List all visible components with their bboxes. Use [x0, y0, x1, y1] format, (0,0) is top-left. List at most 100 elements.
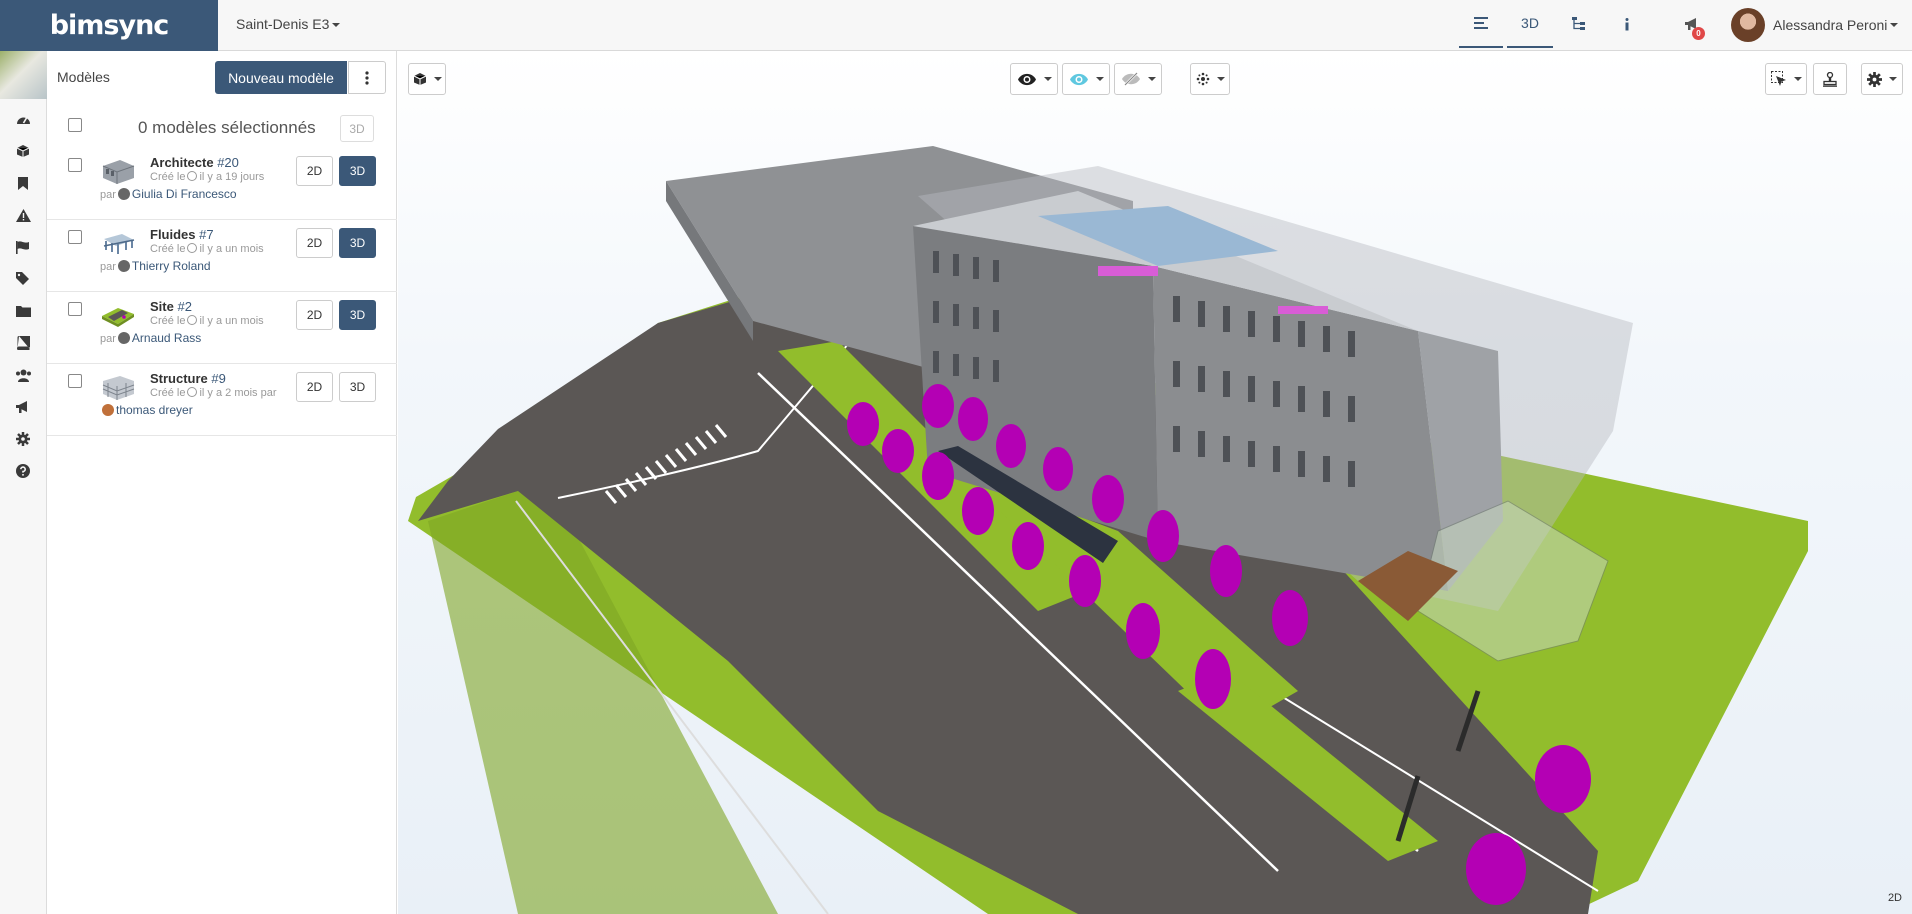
project-name: Saint-Denis E3: [236, 16, 330, 32]
clock-icon: [187, 315, 198, 325]
select-all-checkbox[interactable]: [68, 118, 82, 132]
model-name[interactable]: Site #2: [150, 299, 192, 314]
view-2d-button[interactable]: 2D: [296, 300, 333, 330]
model-created: Créé le il y a un mois: [150, 243, 264, 255]
cube-icon[interactable]: [12, 140, 34, 162]
logo[interactable]: bimsync: [0, 0, 218, 51]
warning-icon[interactable]: [12, 204, 34, 226]
project-switcher[interactable]: Saint-Denis E3: [236, 16, 341, 32]
tags-icon[interactable]: [12, 268, 34, 290]
clock-icon: [187, 387, 198, 397]
model-name[interactable]: Structure #9: [150, 371, 226, 386]
users-icon[interactable]: [12, 364, 34, 386]
eye-icon: [1017, 73, 1036, 85]
caret-down-icon: [332, 23, 341, 28]
model-checkbox[interactable]: [68, 374, 82, 388]
view-3d-button[interactable]: 3D: [339, 156, 376, 186]
help-icon[interactable]: [12, 460, 34, 482]
user-menu[interactable]: Alessandra Peroni: [1731, 8, 1899, 42]
author-avatar: [102, 404, 114, 416]
view-3d-button[interactable]: 3D: [339, 372, 376, 402]
eye-highlight-icon: [1069, 73, 1088, 85]
caret-down-icon: [1147, 77, 1156, 81]
selection-mode-button[interactable]: [1765, 63, 1807, 95]
tab-tree[interactable]: [1557, 0, 1601, 48]
model-author: par Arnaud Rass: [100, 331, 202, 345]
hide-button[interactable]: [1114, 63, 1162, 95]
selected-count: 0 modèles sélectionnés: [138, 118, 316, 137]
tab-info[interactable]: [1605, 0, 1649, 48]
model-row[interactable]: Fluides #7 Créé le il y a un mois par Thie…: [47, 220, 397, 292]
model-checkbox[interactable]: [68, 158, 82, 172]
view-2d-button[interactable]: 2D: [296, 228, 333, 258]
eye-slash-icon: [1121, 72, 1140, 86]
model-name[interactable]: Architecte #20: [150, 155, 239, 170]
highlight-button[interactable]: [1062, 63, 1110, 95]
view-3d-button[interactable]: 3D: [339, 300, 376, 330]
user-name: Alessandra Peroni: [1773, 17, 1888, 33]
model-created: Créé le il y a 2 mois par: [150, 387, 277, 399]
gear-icon[interactable]: [12, 428, 34, 450]
model-created: Créé le il y a 19 jours: [150, 171, 265, 183]
caret-down-icon: [1216, 77, 1225, 81]
notification-badge: 0: [1692, 27, 1705, 40]
tab-3d-label: 3D: [1521, 15, 1539, 31]
model-author: par Thierry Roland: [100, 259, 211, 273]
caret-down-icon: [1043, 77, 1052, 81]
3d-scene[interactable]: [398, 51, 1912, 914]
book-icon[interactable]: [12, 332, 34, 354]
model-thumbnail: [102, 160, 135, 184]
model-thumbnail: [102, 308, 134, 327]
viewer-settings-button[interactable]: [1861, 63, 1903, 95]
model-created: Créé le il y a un mois: [150, 315, 264, 327]
top-bar: bimsync Saint-Denis E3 3D 0 Alessandra P…: [0, 0, 1912, 51]
model-row[interactable]: Architecte #20 Créé le il y a 19 jours pa…: [47, 148, 397, 220]
notifications-button[interactable]: 0: [1670, 0, 1714, 48]
view-2d-button[interactable]: 2D: [296, 372, 333, 402]
show-all-button[interactable]: [1010, 63, 1058, 95]
cube-view-button[interactable]: [408, 63, 446, 95]
sitemap-icon: [1572, 17, 1585, 30]
more-options-button[interactable]: [348, 61, 386, 94]
stamp-button[interactable]: [1813, 63, 1847, 95]
caret-down-icon: [1793, 77, 1802, 81]
model-author: par Giulia Di Francesco: [100, 187, 237, 201]
view-mode-label[interactable]: 2D: [1888, 892, 1902, 904]
ellipsis-vertical-icon: [365, 70, 369, 85]
cursor-icon: [1770, 71, 1786, 86]
cube-view-icon: [413, 73, 426, 85]
logo-text: bimsync: [49, 10, 170, 41]
sidebar-rail: [0, 51, 47, 914]
view-3d-button[interactable]: 3D: [339, 228, 376, 258]
stamp-icon: [1823, 71, 1837, 87]
explode-button[interactable]: [1190, 63, 1230, 95]
new-model-button[interactable]: Nouveau modèle: [215, 61, 347, 94]
tab-list[interactable]: [1459, 0, 1503, 48]
info-icon: [1625, 17, 1629, 30]
folder-icon[interactable]: [12, 300, 34, 322]
dashboard-icon[interactable]: [12, 108, 34, 130]
author-avatar: [117, 332, 130, 344]
model-checkbox[interactable]: [68, 230, 82, 244]
bookmark-icon[interactable]: [12, 172, 34, 194]
author-avatar: [117, 260, 130, 272]
3d-viewer[interactable]: 2D: [398, 51, 1912, 914]
model-row[interactable]: Structure #9 Créé le il y a 2 mois par th…: [47, 364, 397, 436]
tab-3d[interactable]: 3D: [1507, 0, 1553, 48]
project-thumbnail[interactable]: [0, 51, 47, 99]
list-icon: [1474, 17, 1488, 29]
model-thumbnail: [102, 376, 135, 400]
model-row[interactable]: Site #2 Créé le il y a un mois par Arnaud …: [47, 292, 397, 364]
bulk-3d-button[interactable]: 3D: [340, 115, 374, 142]
author-avatar: [117, 188, 130, 200]
model-checkbox[interactable]: [68, 302, 82, 316]
megaphone-icon[interactable]: [12, 396, 34, 418]
clock-icon: [187, 243, 198, 253]
avatar: [1731, 8, 1765, 42]
model-revision: #2: [177, 299, 192, 314]
flag-icon[interactable]: [12, 236, 34, 258]
model-name[interactable]: Fluides #7: [150, 227, 214, 242]
settings-icon: [1867, 71, 1882, 87]
caret-down-icon: [1889, 77, 1897, 81]
view-2d-button[interactable]: 2D: [296, 156, 333, 186]
